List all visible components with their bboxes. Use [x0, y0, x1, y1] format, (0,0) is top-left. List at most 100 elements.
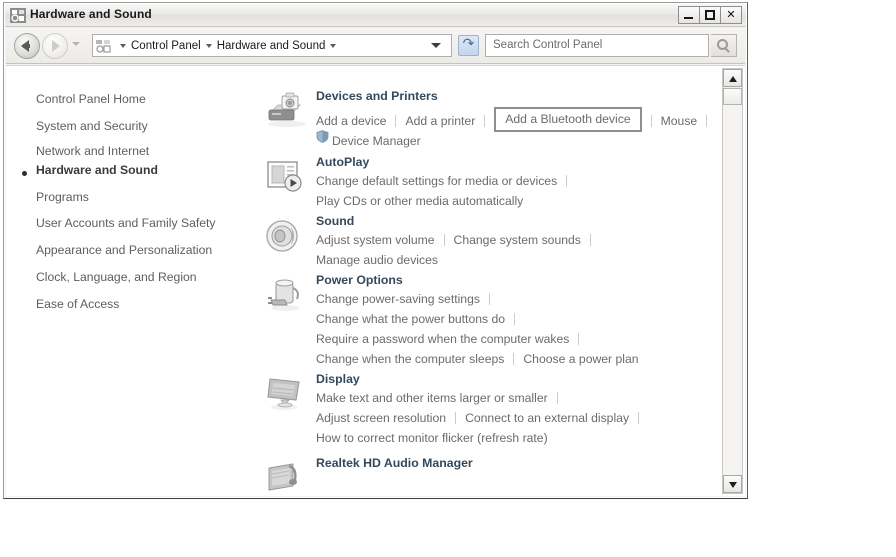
current-item-bullet-icon — [22, 171, 27, 176]
sidebar-item-5[interactable]: Appearance and Personalization — [36, 243, 212, 257]
task-row: Change power-saving settings — [316, 292, 499, 306]
task-adjust-screen-resolution[interactable]: Adjust screen resolution — [316, 411, 446, 425]
speaker-icon — [263, 216, 307, 256]
scrollbar-track[interactable] — [723, 105, 742, 475]
category-list: Devices and Printers Add a device Add a … — [259, 66, 718, 496]
search-input[interactable]: Search Control Panel — [485, 34, 709, 57]
task-device-manager[interactable]: Device Manager — [332, 134, 421, 148]
task-separator — [484, 114, 486, 127]
minimize-icon — [684, 17, 693, 19]
screen: Hardware and Sound ✕ Control Panel Hardw… — [0, 0, 896, 557]
address-bar: Control Panel Hardware and Sound ↷ Searc… — [6, 28, 745, 64]
category-title[interactable]: Devices and Printers — [316, 89, 438, 103]
task-separator — [455, 412, 457, 424]
address-dropdown-icon[interactable] — [431, 43, 441, 48]
scrollbar-thumb[interactable] — [723, 88, 742, 105]
task-row: How to correct monitor flicker (refresh … — [316, 431, 548, 445]
recent-pages-chevron-down-icon[interactable] — [72, 42, 80, 46]
task-change-system-sounds[interactable]: Change system sounds — [454, 233, 581, 247]
breadcrumb[interactable]: Control Panel Hardware and Sound — [92, 34, 452, 57]
sidebar-item-0[interactable]: System and Security — [36, 119, 148, 133]
task-change-default-settings[interactable]: Change default settings for media or dev… — [316, 174, 557, 188]
category-title[interactable]: Sound — [316, 214, 354, 228]
task-row: Make text and other items larger or smal… — [316, 391, 567, 405]
vertical-scrollbar[interactable] — [722, 68, 743, 494]
task-manage-audio-devices[interactable]: Manage audio devices — [316, 253, 438, 267]
task-separator — [514, 313, 516, 325]
breadcrumb-chevron-down-icon-0[interactable] — [120, 43, 126, 48]
task-play-cds-automatically[interactable]: Play CDs or other media automatically — [316, 194, 523, 208]
triangle-down-icon — [729, 482, 737, 488]
task-row: Change what the power buttons do — [316, 312, 524, 326]
sidebar-item-1[interactable]: Network and Internet — [36, 144, 149, 158]
maximize-icon — [705, 10, 715, 20]
task-row: Change default settings for media or dev… — [316, 174, 576, 188]
refresh-button[interactable]: ↷ — [458, 35, 479, 56]
task-make-text-larger[interactable]: Make text and other items larger or smal… — [316, 391, 548, 405]
breadcrumb-segment-control-panel[interactable]: Control Panel — [131, 40, 201, 52]
category-title[interactable]: Realtek HD Audio Manager — [316, 456, 473, 470]
task-separator — [395, 114, 397, 127]
arrow-left-icon — [21, 40, 30, 52]
control-panel-window: Hardware and Sound ✕ Control Panel Hardw… — [3, 2, 748, 499]
magnifier-icon — [717, 39, 728, 50]
search-placeholder: Search Control Panel — [493, 39, 603, 51]
task-separator — [706, 114, 708, 127]
scroll-down-button[interactable] — [723, 475, 742, 493]
task-add-a-device[interactable]: Add a device — [316, 114, 386, 128]
back-button[interactable] — [14, 33, 40, 59]
sidebar-item-7[interactable]: Ease of Access — [36, 297, 119, 311]
category-title[interactable]: Power Options — [316, 273, 403, 287]
control-panel-icon — [96, 39, 111, 53]
task-choose-a-power-plan[interactable]: Choose a power plan — [523, 352, 638, 366]
scroll-up-button[interactable] — [723, 69, 742, 87]
power-plug-icon — [263, 275, 307, 315]
task-adjust-system-volume[interactable]: Adjust system volume — [316, 233, 435, 247]
window-controls: ✕ — [678, 6, 742, 24]
window-title: Hardware and Sound — [30, 7, 152, 21]
sidebar-item-3[interactable]: Programs — [36, 190, 89, 204]
task-separator — [650, 114, 652, 127]
task-require-password-on-wake[interactable]: Require a password when the computer wak… — [316, 332, 569, 346]
sidebar-item-6[interactable]: Clock, Language, and Region — [36, 270, 197, 284]
breadcrumb-chevron-down-icon-1[interactable] — [205, 43, 212, 48]
task-row: Manage audio devices — [316, 253, 438, 267]
task-add-a-bluetooth-device[interactable]: Add a Bluetooth device — [505, 112, 630, 126]
task-row: Require a password when the computer wak… — [316, 332, 588, 346]
task-separator — [589, 234, 591, 246]
breadcrumb-segment-hardware-and-sound[interactable]: Hardware and Sound — [217, 40, 326, 52]
task-row: Adjust system volume Change system sound… — [316, 233, 600, 247]
control-panel-hardware-icon — [10, 8, 26, 23]
task-separator — [578, 333, 580, 345]
maximize-button[interactable] — [699, 6, 721, 24]
task-separator — [556, 392, 558, 404]
task-add-a-bluetooth-device-highlight[interactable]: Add a Bluetooth device — [494, 107, 642, 132]
task-separator — [488, 293, 490, 305]
task-change-when-computer-sleeps[interactable]: Change when the computer sleeps — [316, 352, 504, 366]
task-add-a-printer[interactable]: Add a printer — [405, 114, 475, 128]
task-separator — [443, 234, 445, 246]
category-title[interactable]: Display — [316, 372, 360, 386]
sidebar-item-4[interactable]: User Accounts and Family Safety — [36, 216, 216, 230]
close-button[interactable]: ✕ — [720, 6, 742, 24]
task-row: Change when the computer sleeps Choose a… — [316, 352, 639, 366]
task-row: Play CDs or other media automatically — [316, 194, 523, 208]
task-correct-monitor-flicker[interactable]: How to correct monitor flicker (refresh … — [316, 431, 548, 445]
navigation-pane: Control Panel Home System and Security N… — [6, 66, 259, 496]
content-area: Control Panel Home System and Security N… — [6, 65, 745, 496]
minimize-button[interactable] — [678, 6, 700, 24]
sidebar-item-control-panel-home[interactable]: Control Panel Home — [36, 92, 146, 106]
forward-button[interactable] — [42, 33, 68, 59]
autoplay-icon — [263, 157, 307, 197]
arrow-right-icon — [52, 40, 60, 52]
breadcrumb-chevron-down-icon-2[interactable] — [330, 43, 337, 48]
search-button[interactable] — [711, 34, 737, 57]
title-bar: Hardware and Sound ✕ — [5, 4, 746, 27]
window-inner-frame: Hardware and Sound ✕ Control Panel Hardw… — [4, 3, 747, 498]
task-mouse[interactable]: Mouse — [661, 114, 698, 128]
task-connect-external-display[interactable]: Connect to an external display — [465, 411, 629, 425]
sidebar-item-2[interactable]: Hardware and Sound — [36, 163, 158, 177]
task-change-power-buttons[interactable]: Change what the power buttons do — [316, 312, 505, 326]
category-title[interactable]: AutoPlay — [316, 155, 369, 169]
task-change-power-saving-settings[interactable]: Change power-saving settings — [316, 292, 480, 306]
